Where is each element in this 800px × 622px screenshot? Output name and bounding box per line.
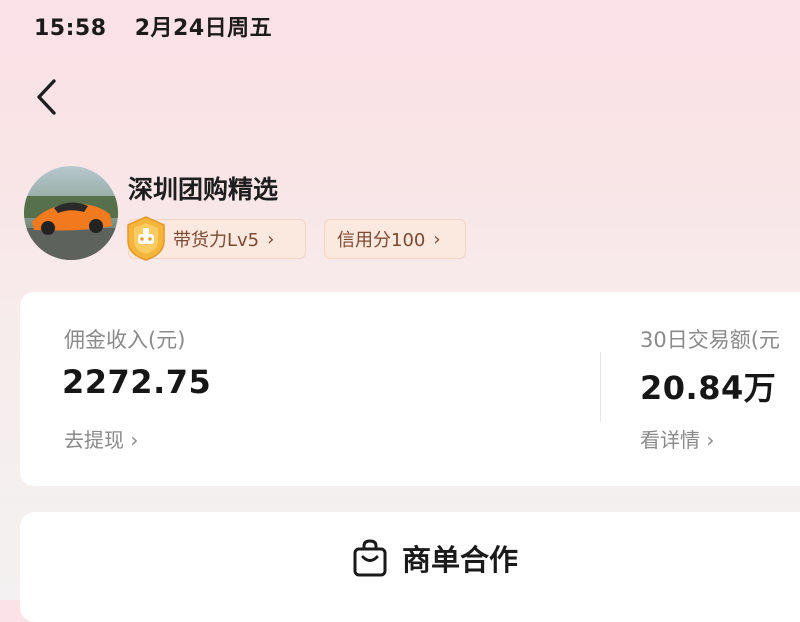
view-details-link[interactable]: 看详情 ›: [640, 424, 714, 453]
status-bar: 15:58 2月24日周五: [34, 10, 272, 42]
commission-label: 佣金收入(元): [64, 328, 186, 352]
withdraw-link[interactable]: 去提现 ›: [64, 424, 138, 453]
back-button[interactable]: [30, 74, 70, 120]
shop-name: 深圳团购精选: [128, 175, 279, 204]
badge-credit-score[interactable]: 信用分100 ›: [324, 219, 466, 259]
medal-icon: [122, 214, 170, 262]
badge-sales-level-label: 带货力Lv5: [173, 230, 260, 251]
stats-divider: [600, 352, 601, 422]
cooperation-label: 商单合作: [402, 543, 519, 577]
status-date: 2月24日周五: [134, 16, 273, 41]
car-avatar-image: [24, 166, 118, 260]
shopping-bag-icon: [353, 539, 387, 577]
badge-credit-score-label: 信用分100: [337, 230, 426, 251]
chevron-right-icon: ›: [433, 228, 441, 250]
trade-volume-value: 20.84万: [640, 369, 777, 407]
commission-value: 2272.75: [62, 363, 212, 401]
chevron-left-icon: [37, 79, 56, 115]
avatar[interactable]: [24, 166, 118, 260]
trade-volume-label: 30日交易额(元: [640, 328, 780, 352]
status-time: 15:58: [34, 16, 107, 41]
cooperation-button[interactable]: 商单合作: [352, 533, 518, 583]
chevron-right-icon: ›: [267, 228, 275, 250]
